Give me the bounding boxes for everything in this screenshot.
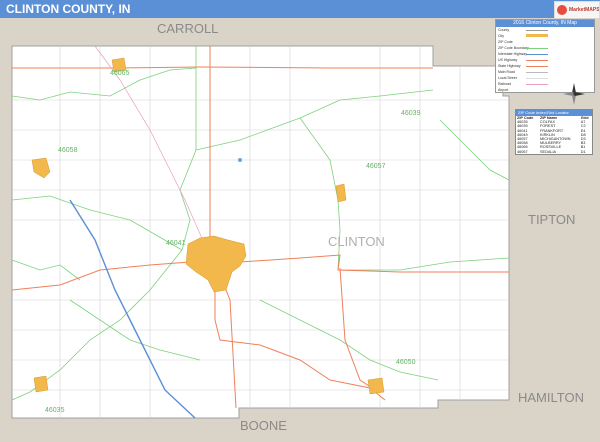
table-row: 46065 ROSSVILLE B1 — [517, 145, 586, 150]
city-michigantown — [335, 183, 347, 203]
lake-icon — [238, 158, 242, 162]
table-row: 46067 SEDALIA D1 — [517, 149, 586, 154]
neighbor-hamilton: HAMILTON — [518, 390, 584, 405]
city-colfax — [33, 375, 49, 393]
neighbor-boone: BOONE — [240, 418, 287, 433]
zip-label: 46035 — [45, 407, 65, 414]
map-title: CLINTON COUNTY, IN — [6, 2, 131, 16]
county-label: CLINTON — [328, 234, 385, 249]
city-kirklin — [367, 377, 385, 395]
zip-label: 46041 — [166, 240, 186, 247]
zip-label: 46050 — [396, 359, 416, 366]
zip-label: 46058 — [58, 147, 78, 154]
compass-icon — [563, 83, 585, 105]
zip-label: 46039 — [401, 110, 421, 117]
logo-icon — [557, 5, 567, 15]
table-row: 46039 FOREST C2 — [517, 124, 586, 129]
zip-index-table: ZIP Code Index/Grid Locator ZIP Code ZIP… — [515, 109, 593, 155]
zip-label: 46065 — [110, 70, 130, 77]
neighbor-tipton: TIPTON — [528, 212, 575, 227]
county-area — [11, 45, 510, 419]
zip-label: 46057 — [366, 163, 386, 170]
title-bar: CLINTON COUNTY, IN MarketMAPS — [0, 0, 600, 19]
legend-title: 2016 Clinton County, IN Map — [496, 20, 594, 27]
publisher-logo: MarketMAPS — [554, 1, 600, 19]
zip-index-grid: ZIP Code ZIP Name Grid 46035 COLFAX A7 460… — [516, 116, 592, 154]
logo-text: MarketMAPS — [569, 7, 600, 13]
neighbor-carroll: CARROLL — [157, 21, 218, 36]
